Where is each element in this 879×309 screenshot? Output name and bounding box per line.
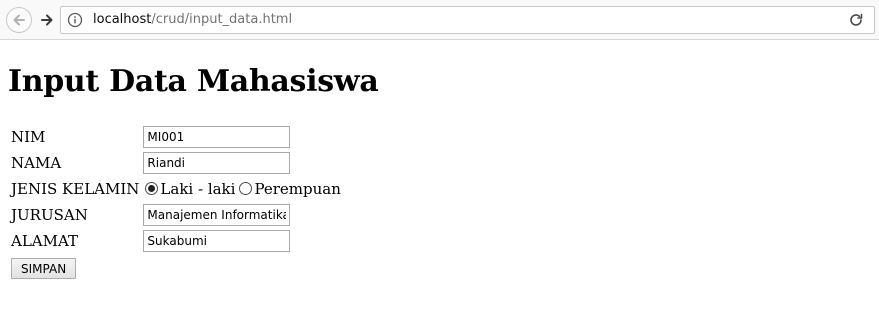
nim-label: NIM bbox=[11, 128, 46, 146]
form-row-alamat: ALAMAT bbox=[10, 229, 342, 253]
page-title: Input Data Mahasiswa bbox=[8, 64, 379, 99]
nim-input[interactable] bbox=[143, 126, 291, 148]
arrow-right-icon bbox=[41, 14, 53, 26]
radio-laki-laki[interactable] bbox=[145, 182, 159, 195]
jurusan-label: JURUSAN bbox=[11, 206, 88, 224]
url-path: /crud/input_data.html bbox=[151, 12, 293, 27]
url-bar[interactable]: localhost/crud/input_data.html bbox=[60, 6, 875, 34]
info-icon[interactable] bbox=[67, 12, 83, 28]
jurusan-input[interactable] bbox=[143, 204, 291, 226]
radio-perempuan[interactable] bbox=[239, 182, 253, 195]
nama-label: NAMA bbox=[11, 154, 62, 172]
jenis-kelamin-label: JENIS KELAMIN bbox=[11, 180, 140, 198]
form-row-jurusan: JURUSAN bbox=[10, 203, 342, 227]
simpan-button[interactable]: SIMPAN bbox=[11, 258, 77, 279]
form-row-submit: SIMPAN bbox=[10, 255, 342, 280]
radio-perempuan-label[interactable]: Perempuan bbox=[254, 180, 340, 198]
alamat-label: ALAMAT bbox=[11, 232, 79, 250]
nama-input[interactable] bbox=[143, 152, 291, 174]
url-host: localhost bbox=[93, 12, 152, 27]
browser-toolbar: localhost/crud/input_data.html bbox=[0, 0, 879, 40]
url-text[interactable]: localhost/crud/input_data.html bbox=[93, 12, 292, 27]
form-row-nama: NAMA bbox=[10, 151, 342, 175]
form-row-nim: NIM bbox=[10, 125, 342, 149]
input-form: NIM NAMA JENIS KELAMIN Laki - laki Peremp… bbox=[8, 123, 344, 282]
alamat-input[interactable] bbox=[143, 230, 291, 252]
forward-button[interactable] bbox=[35, 8, 59, 32]
form-row-jenis-kelamin: JENIS KELAMIN Laki - laki Perempuan bbox=[10, 177, 342, 201]
arrow-left-icon bbox=[13, 14, 25, 26]
reload-icon[interactable] bbox=[848, 12, 864, 28]
back-button[interactable] bbox=[6, 7, 32, 33]
radio-laki-laki-label[interactable]: Laki - laki bbox=[160, 180, 235, 198]
jenis-kelamin-options: Laki - laki Perempuan bbox=[142, 177, 341, 201]
